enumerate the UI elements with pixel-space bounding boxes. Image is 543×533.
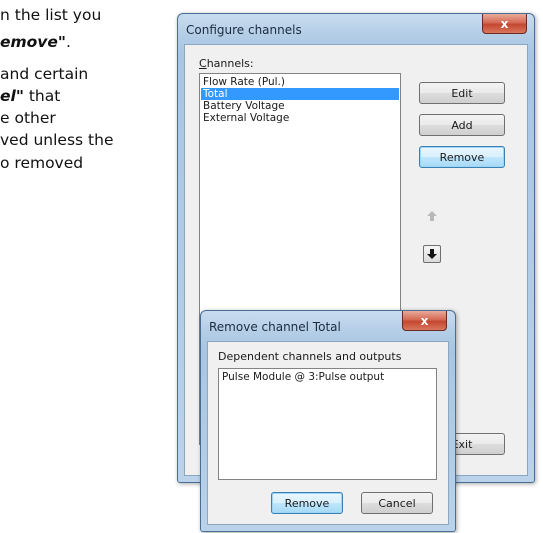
cancel-button[interactable]: Cancel [361, 492, 433, 514]
close-icon: x [420, 313, 429, 328]
close-button[interactable]: x [482, 14, 527, 34]
doc-line-3: and certain [0, 65, 89, 83]
doc-line-2: emove". [0, 33, 71, 51]
doc-line-7: o removed [0, 154, 84, 172]
doc-line-4: el" that [0, 87, 61, 105]
channel-item-flow-rate[interactable]: Flow Rate (Pul.) [201, 76, 399, 88]
dependents-label: Dependent channels and outputs [218, 350, 402, 363]
move-down-button[interactable] [423, 245, 441, 263]
remove-button[interactable]: Remove [271, 492, 343, 514]
doc-line-6: ved unless the [0, 131, 114, 149]
remove-client-area: Dependent channels and outputs Pulse Mod… [207, 341, 449, 525]
channel-item-battery-voltage[interactable]: Battery Voltage [201, 100, 399, 112]
dependent-item[interactable]: Pulse Module @ 3:Pulse output [220, 371, 435, 383]
doc-line-5: e other [0, 109, 56, 127]
channel-item-total[interactable]: Total [201, 88, 399, 100]
move-up-button[interactable] [423, 207, 441, 225]
channels-label: Channels: [199, 57, 254, 70]
edit-button[interactable]: Edit [419, 82, 505, 104]
remove-channel-window: Remove channel Total x Dependent channel… [200, 310, 456, 532]
dependents-listbox[interactable]: Pulse Module @ 3:Pulse output [218, 368, 437, 480]
channel-item-external-voltage[interactable]: External Voltage [201, 112, 399, 124]
window-title: Remove channel Total [209, 320, 341, 334]
arrow-down-icon [427, 249, 437, 259]
close-button[interactable]: x [402, 311, 447, 331]
close-icon: x [500, 16, 509, 31]
window-title: Configure channels [186, 23, 302, 37]
doc-line-1: n the list you [0, 6, 102, 24]
add-button[interactable]: Add [419, 114, 505, 136]
remove-button[interactable]: Remove [419, 146, 505, 168]
arrow-up-icon [427, 211, 437, 221]
